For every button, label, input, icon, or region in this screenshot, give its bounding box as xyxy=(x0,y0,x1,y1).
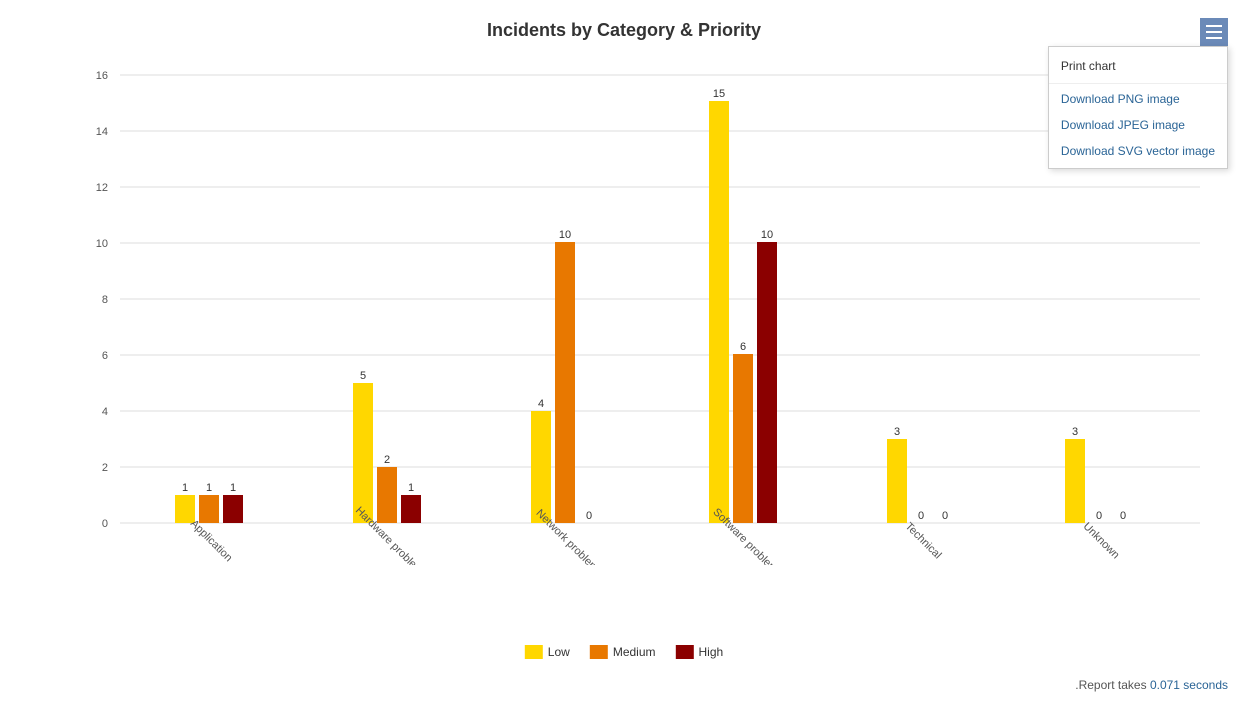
cat-label-technical: Technical xyxy=(903,520,944,561)
label-network-high: 0 xyxy=(586,510,592,522)
print-chart-item[interactable]: Print chart xyxy=(1049,51,1227,81)
bar-unknown-low xyxy=(1065,439,1085,523)
cat-label-unknown: Unknown xyxy=(1081,520,1122,561)
label-software-medium: 6 xyxy=(740,341,746,353)
y-label-6: 6 xyxy=(102,350,108,362)
label-application-low: 1 xyxy=(182,482,188,494)
legend-label-high: High xyxy=(699,645,724,659)
footer-text: .Report takes xyxy=(1075,678,1150,692)
label-technical-low: 3 xyxy=(894,426,900,438)
download-svg-item[interactable]: Download SVG vector image xyxy=(1049,138,1227,164)
label-unknown-high: 0 xyxy=(1120,510,1126,522)
legend-label-low: Low xyxy=(548,645,570,659)
chart-svg: .axis-label { font-size: 11px; fill: #55… xyxy=(50,55,1218,565)
chart-title: Incidents by Category & Priority xyxy=(0,0,1248,51)
label-unknown-medium: 0 xyxy=(1096,510,1102,522)
footer-duration: 0.071 seconds xyxy=(1150,678,1228,692)
y-label-10: 10 xyxy=(96,238,108,250)
cat-label-application: Application xyxy=(188,518,235,565)
legend-item-high: High xyxy=(676,645,724,659)
download-png-item[interactable]: Download PNG image xyxy=(1049,86,1227,112)
legend-color-low xyxy=(525,645,543,659)
label-application-medium: 1 xyxy=(206,482,212,494)
bar-software-medium xyxy=(733,354,753,523)
legend-color-medium xyxy=(590,645,608,659)
bar-network-medium xyxy=(555,242,575,523)
legend-item-low: Low xyxy=(525,645,570,659)
footer: .Report takes 0.071 seconds xyxy=(1075,678,1228,692)
y-label-12: 12 xyxy=(96,182,108,194)
label-network-medium: 10 xyxy=(559,229,571,241)
bar-application-low xyxy=(175,495,195,523)
y-label-4: 4 xyxy=(102,406,108,418)
bar-hardware-high xyxy=(401,495,421,523)
legend-label-medium: Medium xyxy=(613,645,656,659)
label-network-low: 4 xyxy=(538,398,544,410)
label-software-low: 15 xyxy=(713,88,725,100)
bar-application-high xyxy=(223,495,243,523)
label-technical-high: 0 xyxy=(942,510,948,522)
bar-software-low xyxy=(709,101,729,523)
chart-menu-button[interactable] xyxy=(1200,18,1228,46)
bar-hardware-medium xyxy=(377,467,397,523)
bar-software-high xyxy=(757,242,777,523)
legend-color-high xyxy=(676,645,694,659)
chart-container: Incidents by Category & Priority Print c… xyxy=(0,0,1248,704)
label-technical-medium: 0 xyxy=(918,510,924,522)
chart-legend: Low Medium High xyxy=(525,645,723,659)
y-label-16: 16 xyxy=(96,70,108,82)
label-hardware-high: 1 xyxy=(408,482,414,494)
y-label-2: 2 xyxy=(102,462,108,474)
y-label-14: 14 xyxy=(96,126,108,138)
bar-application-medium xyxy=(199,495,219,523)
label-unknown-low: 3 xyxy=(1072,426,1078,438)
bar-hardware-low xyxy=(353,383,373,523)
y-label-0: 0 xyxy=(102,518,108,530)
chart-dropdown-menu: Print chart Download PNG image Download … xyxy=(1048,46,1228,169)
download-jpeg-item[interactable]: Download JPEG image xyxy=(1049,112,1227,138)
y-label-8: 8 xyxy=(102,294,108,306)
bar-network-low xyxy=(531,411,551,523)
label-software-high: 10 xyxy=(761,229,773,241)
legend-item-medium: Medium xyxy=(590,645,656,659)
bar-technical-low xyxy=(887,439,907,523)
menu-divider xyxy=(1049,83,1227,84)
label-hardware-low: 5 xyxy=(360,370,366,382)
label-hardware-medium: 2 xyxy=(384,454,390,466)
label-application-high: 1 xyxy=(230,482,236,494)
